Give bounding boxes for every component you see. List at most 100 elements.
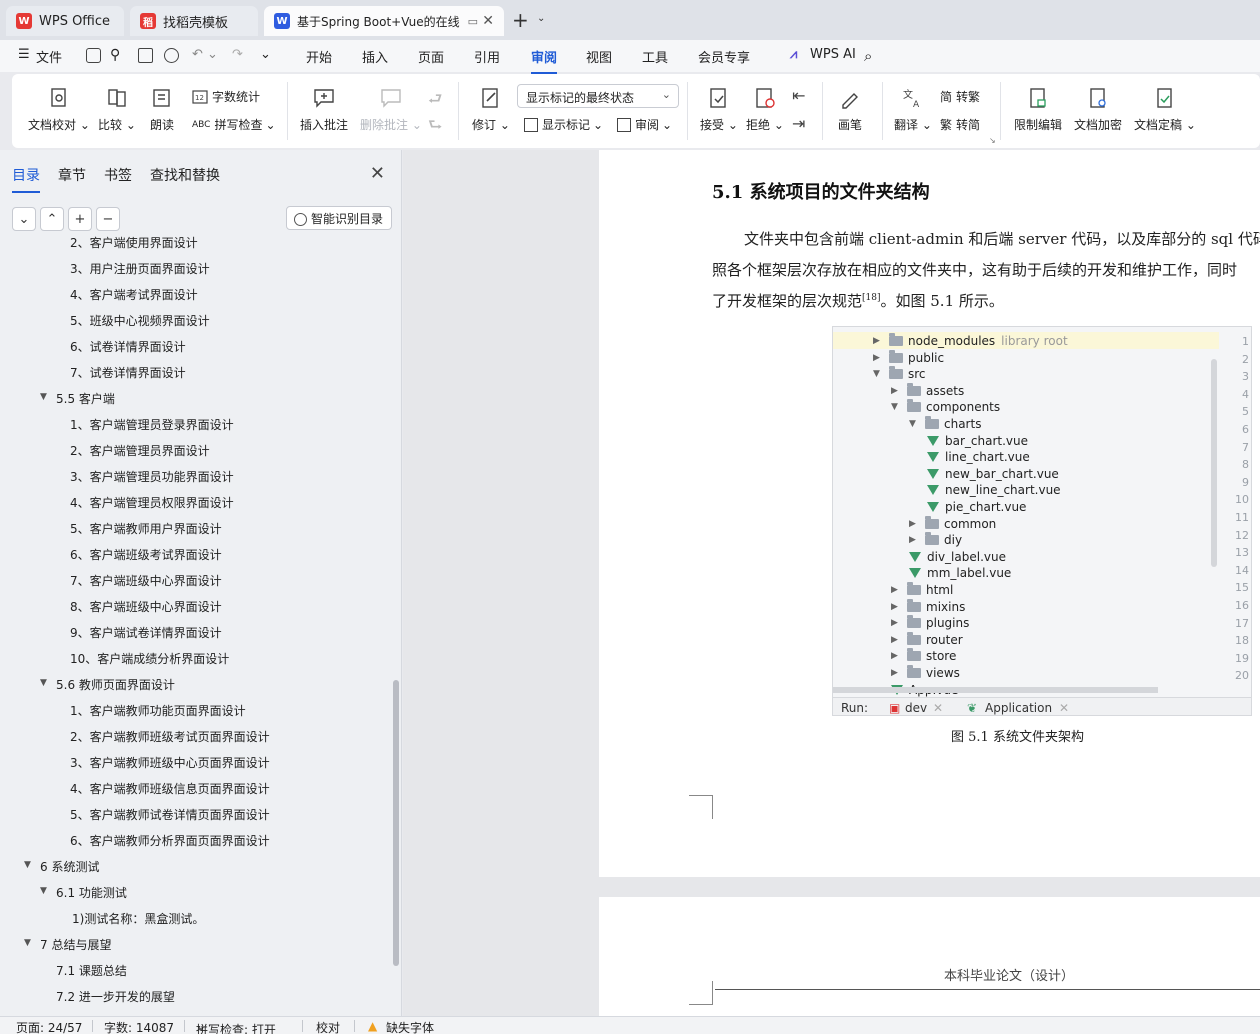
toc-item[interactable]: 7.1 课题总结 <box>56 962 127 979</box>
insert-comment-button[interactable]: 插入批注 <box>300 86 348 133</box>
toc-item[interactable]: 6 系统测试 <box>40 858 99 875</box>
to-traditional-button[interactable]: 简 转繁 <box>940 88 980 105</box>
toc-item[interactable]: 1、客户端教师功能页面界面设计 <box>70 702 246 719</box>
to-simplified-button[interactable]: 繁 转简 <box>940 116 980 133</box>
toc-expand-triangle-icon[interactable]: ▼ <box>40 392 47 402</box>
citation-ref[interactable]: [18] <box>862 293 880 303</box>
toc-item[interactable]: 6.1 功能测试 <box>56 884 127 901</box>
translate-button[interactable]: 文A 翻译 ⌄ <box>894 86 932 133</box>
hamburger-icon[interactable]: ☰ <box>18 47 30 62</box>
revise-button[interactable]: 修订 ⌄ <box>472 86 510 133</box>
toc-item[interactable]: 7、客户端班级中心界面设计 <box>70 572 222 589</box>
toc-item[interactable]: 6、试卷详情界面设计 <box>70 338 186 355</box>
toc-item[interactable]: 10、客户端成绩分析界面设计 <box>70 650 229 667</box>
menu-tools[interactable]: 工具 <box>642 47 668 66</box>
toc-item[interactable]: 2、客户端使用界面设计 <box>70 234 198 251</box>
collapse-all-button[interactable]: ⌄ <box>12 207 36 231</box>
toc-item[interactable]: 5、客户端教师试卷详情页面界面设计 <box>70 806 270 823</box>
monitor-icon[interactable]: ▭ <box>468 15 478 28</box>
smart-toc-button[interactable]: 智能识别目录 <box>286 206 393 230</box>
accept-button[interactable]: 接受 ⌄ <box>700 86 738 133</box>
word-count-indicator[interactable]: 字数: 14087 <box>104 1019 174 1034</box>
menu-wps-ai[interactable]: WPS AI <box>810 47 856 62</box>
save-icon[interactable] <box>86 48 101 63</box>
tab-document[interactable]: W 基于Spring Boot+Vue的在线 ▭ ✕ <box>264 6 504 36</box>
menu-review[interactable]: 审阅 <box>531 47 558 74</box>
menu-start[interactable]: 开始 <box>306 47 332 66</box>
compare-button[interactable]: 比较 ⌄ <box>98 86 136 133</box>
toc-item[interactable]: 7、试卷详情界面设计 <box>70 364 186 381</box>
new-tab-plus-icon[interactable]: + <box>512 8 529 32</box>
doc-check-button[interactable]: 文档校对 ⌄ <box>28 86 90 133</box>
markup-state-select[interactable]: 显示标记的最终状态 ⌄ <box>517 84 679 108</box>
print-preview-icon[interactable] <box>164 48 179 63</box>
word-count-button[interactable]: 12 字数统计 <box>192 88 260 105</box>
doc-finalize-button[interactable]: 文档定稿 ⌄ <box>1134 86 1196 133</box>
toc-item[interactable]: 8、客户端班级中心界面设计 <box>70 598 222 615</box>
toc-expand-triangle-icon[interactable]: ▼ <box>24 860 31 870</box>
spell-check-button[interactable]: ABC 拼写检查 ⌄ <box>192 116 276 133</box>
toc-item[interactable]: 3、客户端管理员功能界面设计 <box>70 468 234 485</box>
page-indicator[interactable]: 页面: 24/57 <box>16 1019 82 1034</box>
chevron-down-icon[interactable]: ⌄ <box>537 13 545 24</box>
toc-item[interactable]: 4、客户端考试界面设计 <box>70 286 198 303</box>
menu-reference[interactable]: 引用 <box>474 47 500 66</box>
toc-item[interactable]: 3、客户端教师班级中心页面界面设计 <box>70 754 270 771</box>
toc-item[interactable]: 1)测试名称：黑盒测试。 <box>72 910 204 927</box>
missing-font-indicator[interactable]: 缺失字体 <box>386 1019 434 1034</box>
menu-insert[interactable]: 插入 <box>362 47 388 66</box>
toc-item[interactable]: 6、客户端班级考试界面设计 <box>70 546 222 563</box>
redo-icon[interactable]: ↷ <box>232 47 243 62</box>
toc-item[interactable]: 9、客户端试卷详情界面设计 <box>70 624 222 641</box>
show-markup-button[interactable]: 显示标记 ⌄ <box>524 116 603 133</box>
toc-item[interactable]: 5.5 客户端 <box>56 390 115 407</box>
read-aloud-button[interactable]: 朗读 <box>150 86 174 133</box>
delete-comment-button[interactable]: 删除批注 ⌄ <box>360 86 422 133</box>
tab-wps-office[interactable]: W WPS Office <box>6 6 124 36</box>
menu-file[interactable]: 文件 <box>36 47 62 66</box>
tab-docer-templates[interactable]: 稻 找稻壳模板 <box>130 6 258 36</box>
menu-view[interactable]: 视图 <box>586 47 612 66</box>
toc-expand-triangle-icon[interactable]: ▼ <box>40 678 47 688</box>
review-pane-button[interactable]: 审阅 ⌄ <box>617 116 672 133</box>
print-icon[interactable] <box>138 48 153 63</box>
nav-tab-find-replace[interactable]: 查找和替换 <box>150 165 220 193</box>
toc-item[interactable]: 4、客户端管理员权限界面设计 <box>70 494 234 511</box>
spell-check-indicator[interactable]: 拼写检查: 打开 ⌄ <box>196 1019 276 1034</box>
nav-tab-chapters[interactable]: 章节 <box>58 165 86 193</box>
nav-tab-toc[interactable]: 目录 <box>12 165 40 193</box>
share-icon[interactable]: ⚲ <box>110 47 120 63</box>
pen-button[interactable]: 画笔 <box>838 86 862 133</box>
menu-page[interactable]: 页面 <box>418 47 444 66</box>
undo-icon[interactable]: ↶ ⌄ <box>192 47 218 62</box>
toc-item[interactable]: 5、班级中心视频界面设计 <box>70 312 210 329</box>
toc-item[interactable]: 3、用户注册页面界面设计 <box>70 260 210 277</box>
reject-button[interactable]: 拒绝 ⌄ <box>746 86 784 133</box>
proofread-indicator[interactable]: 校对 <box>316 1019 340 1034</box>
toc-item[interactable]: 7.2 进一步开发的展望 <box>56 988 175 1005</box>
remove-heading-button[interactable]: − <box>96 207 120 231</box>
nav-scrollbar[interactable] <box>393 680 399 966</box>
toc-item[interactable]: 5、客户端教师用户界面设计 <box>70 520 222 537</box>
expand-up-button[interactable]: ⌃ <box>40 207 64 231</box>
toc-expand-triangle-icon[interactable]: ▼ <box>40 886 47 896</box>
toc-item[interactable]: 1、客户端管理员登录界面设计 <box>70 416 234 433</box>
toc-expand-triangle-icon[interactable]: ▼ <box>24 938 31 948</box>
toc-item[interactable]: 7 总结与展望 <box>40 936 111 953</box>
toc-item[interactable]: 2、客户端管理员界面设计 <box>70 442 210 459</box>
toc-item[interactable]: 5.6 教师页面界面设计 <box>56 676 175 693</box>
doc-encrypt-button[interactable]: 文档加密 <box>1074 86 1122 133</box>
restrict-edit-button[interactable]: 限制编辑 <box>1014 86 1062 133</box>
toc-item[interactable]: 6、客户端教师分析界面页面界面设计 <box>70 832 270 849</box>
search-icon[interactable]: ⌕ <box>864 47 872 65</box>
next-change-icon[interactable]: ⇥ <box>792 114 805 133</box>
close-icon[interactable]: ✕ <box>482 13 494 29</box>
add-heading-button[interactable]: + <box>68 207 92 231</box>
dialog-launcher-icon[interactable]: ↘ <box>989 136 996 145</box>
next-comment-icon[interactable]: ⮑ <box>428 114 442 141</box>
prev-change-icon[interactable]: ⇤ <box>792 86 805 105</box>
close-icon[interactable]: ✕ <box>370 163 385 184</box>
toc-item[interactable]: 2、客户端教师班级考试页面界面设计 <box>70 728 270 745</box>
prev-comment-icon[interactable]: ⮐ <box>428 88 442 115</box>
toc-item[interactable]: 4、客户端教师班级信息页面界面设计 <box>70 780 270 797</box>
